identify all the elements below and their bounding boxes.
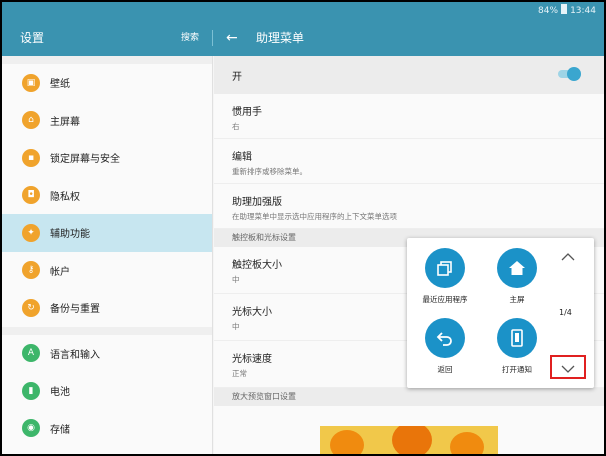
toggle-label: 开	[232, 71, 242, 83]
battery-icon: ▮	[22, 381, 40, 400]
home-button[interactable]: 主屏	[487, 248, 547, 305]
recent-apps-button[interactable]: 最近应用程序	[415, 248, 475, 305]
sidebar-item-language[interactable]: A 语言和输入	[2, 335, 212, 373]
sidebar-spacer	[2, 326, 212, 335]
image-icon: ▣	[22, 73, 40, 92]
sidebar-item-battery[interactable]: ▮ 电池	[2, 372, 212, 410]
settings-title: 设置	[20, 31, 45, 45]
dominant-hand-setting[interactable]: 惯用手 右	[214, 94, 604, 139]
back-button[interactable]: 返回	[415, 318, 475, 375]
clock: 13:44	[570, 6, 596, 16]
sidebar-item-label: 电池	[50, 387, 70, 399]
notification-icon	[497, 318, 537, 358]
sidebar-item-label: 锁定屏幕与安全	[50, 154, 120, 166]
lock-icon: ▪	[22, 148, 40, 167]
setting-value: 右	[232, 122, 240, 131]
home-icon	[497, 248, 537, 288]
sidebar-item-label: 壁纸	[50, 79, 70, 91]
privacy-icon: ◘	[22, 186, 40, 205]
battery-percent: 84%	[538, 6, 559, 16]
section-header-magnifier: 放大预览窗口设置	[214, 388, 604, 406]
sidebar-item-accounts[interactable]: ⚷ 帐户	[2, 252, 212, 290]
sidebar-item-label: 语言和输入	[50, 349, 100, 361]
screen: 84% 13:44 设置 搜索 ← 助理菜单 ▣ 壁纸 ⌂ 主屏幕 ▪ 锁定屏幕与…	[2, 2, 604, 454]
highlight-box	[550, 355, 586, 379]
page-indicator: 1/4	[559, 308, 572, 317]
sidebar-item-label: 存储	[50, 424, 70, 436]
sidebar-item-privacy[interactable]: ◘ 隐私权	[2, 177, 212, 215]
master-toggle-row[interactable]: 开	[214, 56, 604, 94]
switch-knob	[567, 67, 581, 81]
app-bar: 设置 搜索 ← 助理菜单	[2, 20, 604, 56]
flower-shape	[450, 432, 484, 454]
button-label: 最近应用程序	[422, 295, 468, 304]
sidebar-item-label: 备份与重置	[50, 304, 100, 316]
assistant-plus-setting[interactable]: 助理加强版 在助理菜单中显示选中应用程序的上下文菜单选项	[214, 184, 604, 229]
recent-apps-icon	[425, 248, 465, 288]
button-label: 返回	[437, 365, 453, 374]
storage-icon: ◉	[22, 419, 40, 438]
page-title: 助理菜单	[256, 31, 305, 45]
appbar-divider	[212, 30, 213, 46]
button-label: 主屏	[509, 295, 525, 304]
sidebar-item-storage[interactable]: ◉ 存储	[2, 410, 212, 448]
sidebar-item-backup[interactable]: ↻ 备份与重置	[2, 289, 212, 327]
on-off-switch[interactable]	[558, 67, 581, 81]
flower-shape	[330, 430, 364, 454]
setting-value: 在助理菜单中显示选中应用程序的上下文菜单选项	[232, 212, 397, 221]
sidebar-item-wallpaper[interactable]: ▣ 壁纸	[2, 64, 212, 102]
language-icon: A	[22, 344, 40, 363]
setting-title: 助理加强版	[232, 197, 282, 208]
accessibility-icon: ✦	[22, 223, 40, 242]
setting-title: 惯用手	[232, 107, 262, 118]
sidebar-item-home-screen[interactable]: ⌂ 主屏幕	[2, 102, 212, 140]
home-icon: ⌂	[22, 111, 40, 130]
flower-shape	[392, 426, 432, 454]
sidebar-item-accessibility[interactable]: ✦ 辅助功能	[2, 214, 212, 252]
sidebar-item-label: 主屏幕	[50, 116, 80, 128]
search-button[interactable]: 搜索	[181, 20, 199, 56]
status-bar: 84% 13:44	[2, 2, 604, 20]
open-notifications-button[interactable]: 打开通知	[487, 318, 547, 375]
back-arrow-icon[interactable]: ←	[226, 20, 238, 56]
back-icon	[425, 318, 465, 358]
battery-icon	[561, 4, 568, 14]
setting-title: 编辑	[232, 152, 252, 163]
magnifier-preview-image	[320, 426, 498, 454]
settings-sidebar: ▣ 壁纸 ⌂ 主屏幕 ▪ 锁定屏幕与安全 ◘ 隐私权 ✦ 辅助功能 ⚷ 帐户 ↻…	[2, 56, 213, 454]
edit-setting[interactable]: 编辑 重新排序或移除菜单。	[214, 139, 604, 184]
key-icon: ⚷	[22, 261, 40, 280]
setting-value: 重新排序或移除菜单。	[232, 167, 307, 176]
backup-icon: ↻	[22, 298, 40, 317]
button-label: 打开通知	[502, 365, 532, 374]
sidebar-item-label: 隐私权	[50, 191, 80, 203]
sidebar-item-lock-screen[interactable]: ▪ 锁定屏幕与安全	[2, 139, 212, 177]
chevron-up-icon[interactable]	[561, 252, 575, 262]
sidebar-spacer	[2, 56, 212, 64]
sidebar-item-label: 帐户	[50, 266, 70, 278]
assistant-menu-panel: 最近应用程序 主屏 返回 打开通知 1/4	[407, 238, 594, 388]
sidebar-item-label: 辅助功能	[50, 229, 90, 241]
